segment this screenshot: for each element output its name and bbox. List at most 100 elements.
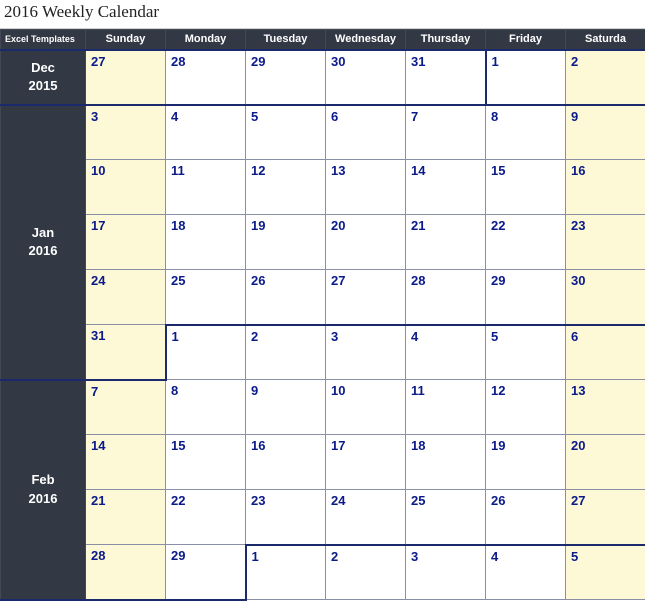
day-cell[interactable]: 4 xyxy=(406,325,486,380)
day-cell[interactable]: 23 xyxy=(246,490,326,545)
day-cell[interactable]: 2 xyxy=(326,545,406,600)
page-title: 2016 Weekly Calendar xyxy=(0,0,645,29)
calendar-row: 14151617181920 xyxy=(1,435,645,490)
month-label: Feb2016 xyxy=(1,380,86,600)
day-cell[interactable]: 27 xyxy=(566,490,645,545)
day-cell[interactable]: 15 xyxy=(166,435,246,490)
day-cell[interactable]: 1 xyxy=(486,50,566,105)
day-cell[interactable]: 6 xyxy=(326,105,406,160)
day-cell[interactable]: 29 xyxy=(246,50,326,105)
day-cell[interactable]: 28 xyxy=(406,270,486,325)
day-cell[interactable]: 5 xyxy=(566,545,645,600)
month-label: Dec2015 xyxy=(1,50,86,105)
day-cell[interactable]: 20 xyxy=(566,435,645,490)
day-cell[interactable]: 19 xyxy=(486,435,566,490)
day-cell[interactable]: 10 xyxy=(86,160,166,215)
day-header-sun: Sunday xyxy=(86,30,166,50)
month-year: 2016 xyxy=(2,242,84,260)
day-cell[interactable]: 24 xyxy=(326,490,406,545)
day-cell[interactable]: 4 xyxy=(486,545,566,600)
day-cell[interactable]: 12 xyxy=(246,160,326,215)
day-cell[interactable]: 5 xyxy=(246,105,326,160)
day-cell[interactable]: 28 xyxy=(166,50,246,105)
month-year: 2016 xyxy=(2,490,84,508)
day-cell[interactable]: 13 xyxy=(326,160,406,215)
day-cell[interactable]: 23 xyxy=(566,215,645,270)
day-cell[interactable]: 8 xyxy=(166,380,246,435)
day-cell[interactable]: 25 xyxy=(406,490,486,545)
calendar-row: Jan20163456789 xyxy=(1,105,645,160)
day-cell[interactable]: 7 xyxy=(86,380,166,435)
day-cell[interactable]: 27 xyxy=(326,270,406,325)
day-cell[interactable]: 24 xyxy=(86,270,166,325)
calendar-row: 282912345 xyxy=(1,545,645,600)
day-cell[interactable]: 21 xyxy=(406,215,486,270)
day-cell[interactable]: 28 xyxy=(86,545,166,600)
day-cell[interactable]: 3 xyxy=(86,105,166,160)
day-header-tue: Tuesday xyxy=(246,30,326,50)
day-cell[interactable]: 31 xyxy=(86,325,166,380)
day-cell[interactable]: 20 xyxy=(326,215,406,270)
day-cell[interactable]: 27 xyxy=(86,50,166,105)
day-cell[interactable]: 26 xyxy=(246,270,326,325)
calendar-row: Feb201678910111213 xyxy=(1,380,645,435)
day-cell[interactable]: 18 xyxy=(406,435,486,490)
day-header-mon: Monday xyxy=(166,30,246,50)
day-cell[interactable]: 7 xyxy=(406,105,486,160)
calendar-row: Dec2015272829303112 xyxy=(1,50,645,105)
day-cell[interactable]: 22 xyxy=(166,490,246,545)
day-cell[interactable]: 9 xyxy=(566,105,645,160)
month-name: Jan xyxy=(2,224,84,242)
day-cell[interactable]: 4 xyxy=(166,105,246,160)
day-header-fri: Friday xyxy=(486,30,566,50)
day-cell[interactable]: 22 xyxy=(486,215,566,270)
day-header-thu: Thursday xyxy=(406,30,486,50)
day-cell[interactable]: 26 xyxy=(486,490,566,545)
calendar-row: 10111213141516 xyxy=(1,160,645,215)
day-cell[interactable]: 9 xyxy=(246,380,326,435)
day-cell[interactable]: 29 xyxy=(486,270,566,325)
day-cell[interactable]: 15 xyxy=(486,160,566,215)
calendar-row: 24252627282930 xyxy=(1,270,645,325)
day-cell[interactable]: 2 xyxy=(246,325,326,380)
day-cell[interactable]: 19 xyxy=(246,215,326,270)
month-name: Feb xyxy=(2,471,84,489)
day-cell[interactable]: 6 xyxy=(566,325,645,380)
day-cell[interactable]: 16 xyxy=(246,435,326,490)
day-header-wed: Wednesday xyxy=(326,30,406,50)
day-header-sat: Saturda xyxy=(566,30,645,50)
day-cell[interactable]: 16 xyxy=(566,160,645,215)
calendar-row: 17181920212223 xyxy=(1,215,645,270)
day-cell[interactable]: 11 xyxy=(406,380,486,435)
day-cell[interactable]: 3 xyxy=(406,545,486,600)
header-row: Excel Templates Sunday Monday Tuesday We… xyxy=(1,30,645,50)
month-label: Jan2016 xyxy=(1,105,86,380)
day-cell[interactable]: 5 xyxy=(486,325,566,380)
day-cell[interactable]: 14 xyxy=(86,435,166,490)
day-cell[interactable]: 30 xyxy=(566,270,645,325)
day-cell[interactable]: 18 xyxy=(166,215,246,270)
day-cell[interactable]: 17 xyxy=(86,215,166,270)
day-cell[interactable]: 17 xyxy=(326,435,406,490)
day-cell[interactable]: 13 xyxy=(566,380,645,435)
calendar-table: Excel Templates Sunday Monday Tuesday We… xyxy=(0,29,645,601)
calendar-row: 21222324252627 xyxy=(1,490,645,545)
month-name: Dec xyxy=(2,59,84,77)
day-cell[interactable]: 2 xyxy=(566,50,645,105)
day-cell[interactable]: 25 xyxy=(166,270,246,325)
day-cell[interactable]: 3 xyxy=(326,325,406,380)
day-cell[interactable]: 10 xyxy=(326,380,406,435)
day-cell[interactable]: 12 xyxy=(486,380,566,435)
day-cell[interactable]: 1 xyxy=(166,325,246,380)
day-cell[interactable]: 29 xyxy=(166,545,246,600)
corner-label: Excel Templates xyxy=(1,30,86,50)
day-cell[interactable]: 31 xyxy=(406,50,486,105)
day-cell[interactable]: 21 xyxy=(86,490,166,545)
day-cell[interactable]: 30 xyxy=(326,50,406,105)
day-cell[interactable]: 1 xyxy=(246,545,326,600)
day-cell[interactable]: 8 xyxy=(486,105,566,160)
calendar-row: 31123456 xyxy=(1,325,645,380)
day-cell[interactable]: 11 xyxy=(166,160,246,215)
month-year: 2015 xyxy=(2,77,84,95)
day-cell[interactable]: 14 xyxy=(406,160,486,215)
